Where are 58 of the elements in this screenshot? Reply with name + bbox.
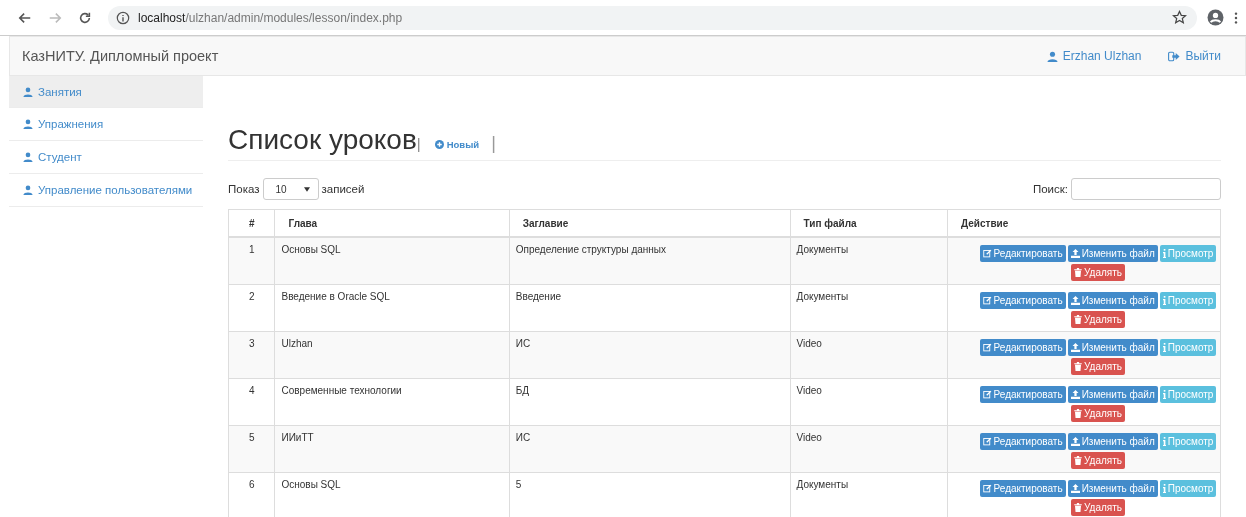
table-cell: 6 [228, 472, 275, 517]
edit-button[interactable]: Редактировать [979, 291, 1066, 309]
address-bar[interactable]: localhost/ulzhan/admin/modules/lesson/index.php [108, 5, 1197, 30]
edit-button[interactable]: Редактировать [979, 385, 1066, 403]
view-button[interactable]: Просмотр [1159, 432, 1217, 450]
view-button[interactable]: Просмотр [1159, 479, 1217, 497]
edit-button[interactable]: Редактировать [979, 338, 1066, 356]
separator: | [416, 135, 421, 152]
length-label: Показ [228, 183, 260, 195]
brand-link[interactable]: КазНИТУ. Дипломный проект [22, 48, 219, 64]
delete-button[interactable]: Удалять [1071, 264, 1125, 281]
edit-button[interactable]: Редактировать [979, 432, 1066, 450]
delete-button[interactable]: Удалять [1071, 357, 1125, 375]
table-cell: Video [790, 425, 948, 472]
table-cell: Введение [509, 284, 791, 331]
page-title: Список уроков [228, 124, 417, 156]
table-cell: Документы [790, 237, 948, 284]
table-cell: Определение структуры данных [509, 237, 791, 284]
sidebar-item[interactable]: Занятия [9, 76, 203, 108]
table-cell: ИС [509, 425, 791, 472]
table-cell: Введение в Oracle SQL [274, 284, 510, 331]
delete-button[interactable]: Удалять [1071, 404, 1125, 422]
view-button[interactable]: Просмотр [1159, 385, 1217, 403]
length-label: записей [321, 183, 365, 195]
view-button[interactable]: Просмотр [1159, 338, 1217, 356]
upload-button[interactable]: Изменить файл [1067, 338, 1158, 356]
edit-button[interactable]: Редактировать [979, 479, 1066, 497]
table-cell: Video [790, 378, 948, 425]
logout-link[interactable]: Выйти [1168, 49, 1221, 63]
upload-button[interactable]: Изменить файл [1067, 385, 1158, 403]
table-cell: БД [509, 378, 791, 425]
table-cell: Документы [790, 284, 948, 331]
search-label: Поиск: [1032, 183, 1068, 195]
table-cell: Современные технологии [274, 378, 510, 425]
table-cell: 5 [228, 425, 275, 472]
table-cell: Ulzhan [274, 331, 510, 378]
separator: | [491, 133, 496, 154]
user-link[interactable]: Erzhan Ulzhan [1046, 49, 1142, 63]
table-cell: Video [790, 331, 948, 378]
table-cell: Основы SQL [274, 237, 510, 284]
table-cell: ИИиТТ [274, 425, 510, 472]
page-size-select[interactable]: 10 [262, 178, 319, 200]
table-cell: ИС [509, 331, 791, 378]
table-cell: 1 [228, 237, 275, 284]
view-button[interactable]: Просмотр [1159, 245, 1217, 262]
edit-button[interactable]: Редактировать [979, 245, 1066, 262]
upload-button[interactable]: Изменить файл [1067, 432, 1158, 450]
view-button[interactable]: Просмотр [1159, 291, 1217, 309]
table-cell: 2 [228, 284, 275, 331]
delete-button[interactable]: Удалять [1071, 498, 1125, 516]
table-cell: 3 [228, 331, 275, 378]
upload-button[interactable]: Изменить файл [1067, 245, 1158, 262]
upload-button[interactable]: Изменить файл [1067, 479, 1158, 497]
table-cell: 4 [228, 378, 275, 425]
upload-button[interactable]: Изменить файл [1067, 291, 1158, 309]
new-link[interactable]: Новый [434, 139, 480, 150]
delete-button[interactable]: Удалять [1071, 310, 1125, 328]
delete-button[interactable]: Удалять [1071, 451, 1125, 469]
